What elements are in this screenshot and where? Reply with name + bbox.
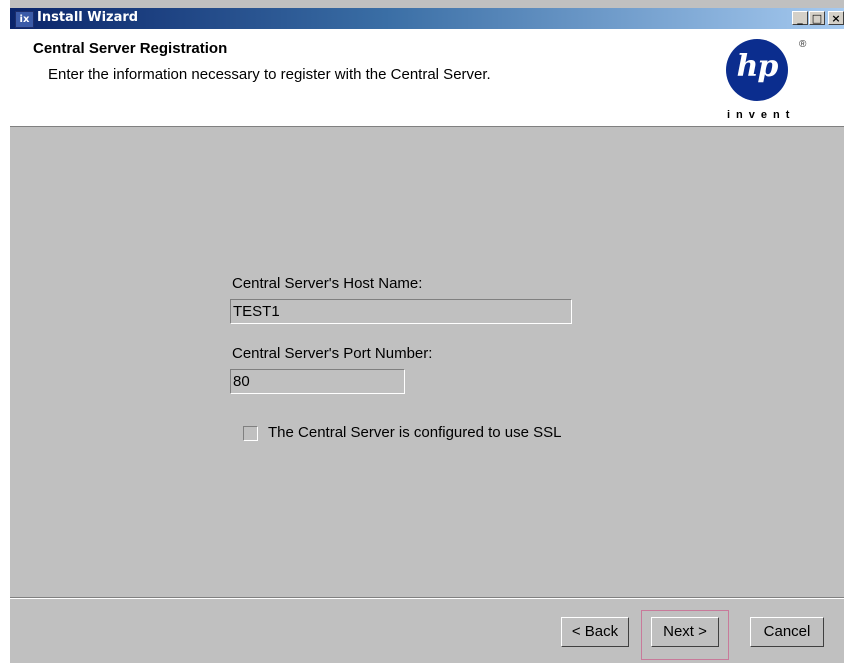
right-margin [844,0,853,663]
hp-logo-text: hp [736,49,779,84]
port-number-field[interactable]: 80 [230,369,405,394]
back-button[interactable]: < Back [561,617,629,647]
cancel-button[interactable]: Cancel [750,617,824,647]
wizard-header: Central Server Registration Enter the in… [10,29,844,127]
port-number-label: Central Server's Port Number: [232,345,433,362]
wizard-content: Central Server's Host Name: TEST1 Centra… [10,127,844,597]
title-bar[interactable]: ix Install Wizard _ □ × [10,8,844,29]
host-name-label: Central Server's Host Name: [232,275,423,292]
next-button[interactable]: Next > [651,617,719,647]
minimize-button[interactable]: _ [792,11,808,25]
close-button[interactable]: × [828,11,844,25]
hp-tagline: invent [727,109,796,121]
hp-logo: hp [726,39,788,101]
page-title: Central Server Registration [33,40,228,57]
page-subtitle: Enter the information necessary to regis… [48,66,491,83]
app-icon: ix [15,11,34,28]
left-margin [0,0,10,663]
ssl-checkbox[interactable] [243,426,258,441]
maximize-button[interactable]: □ [809,11,825,25]
install-wizard-window: ix Install Wizard _ □ × Central Server R… [0,0,853,663]
registered-mark: ® [799,39,807,50]
host-name-field[interactable]: TEST1 [230,299,572,324]
ssl-checkbox-label[interactable]: The Central Server is configured to use … [268,424,561,441]
footer-separator [10,597,844,599]
window-title: Install Wizard [37,10,139,25]
